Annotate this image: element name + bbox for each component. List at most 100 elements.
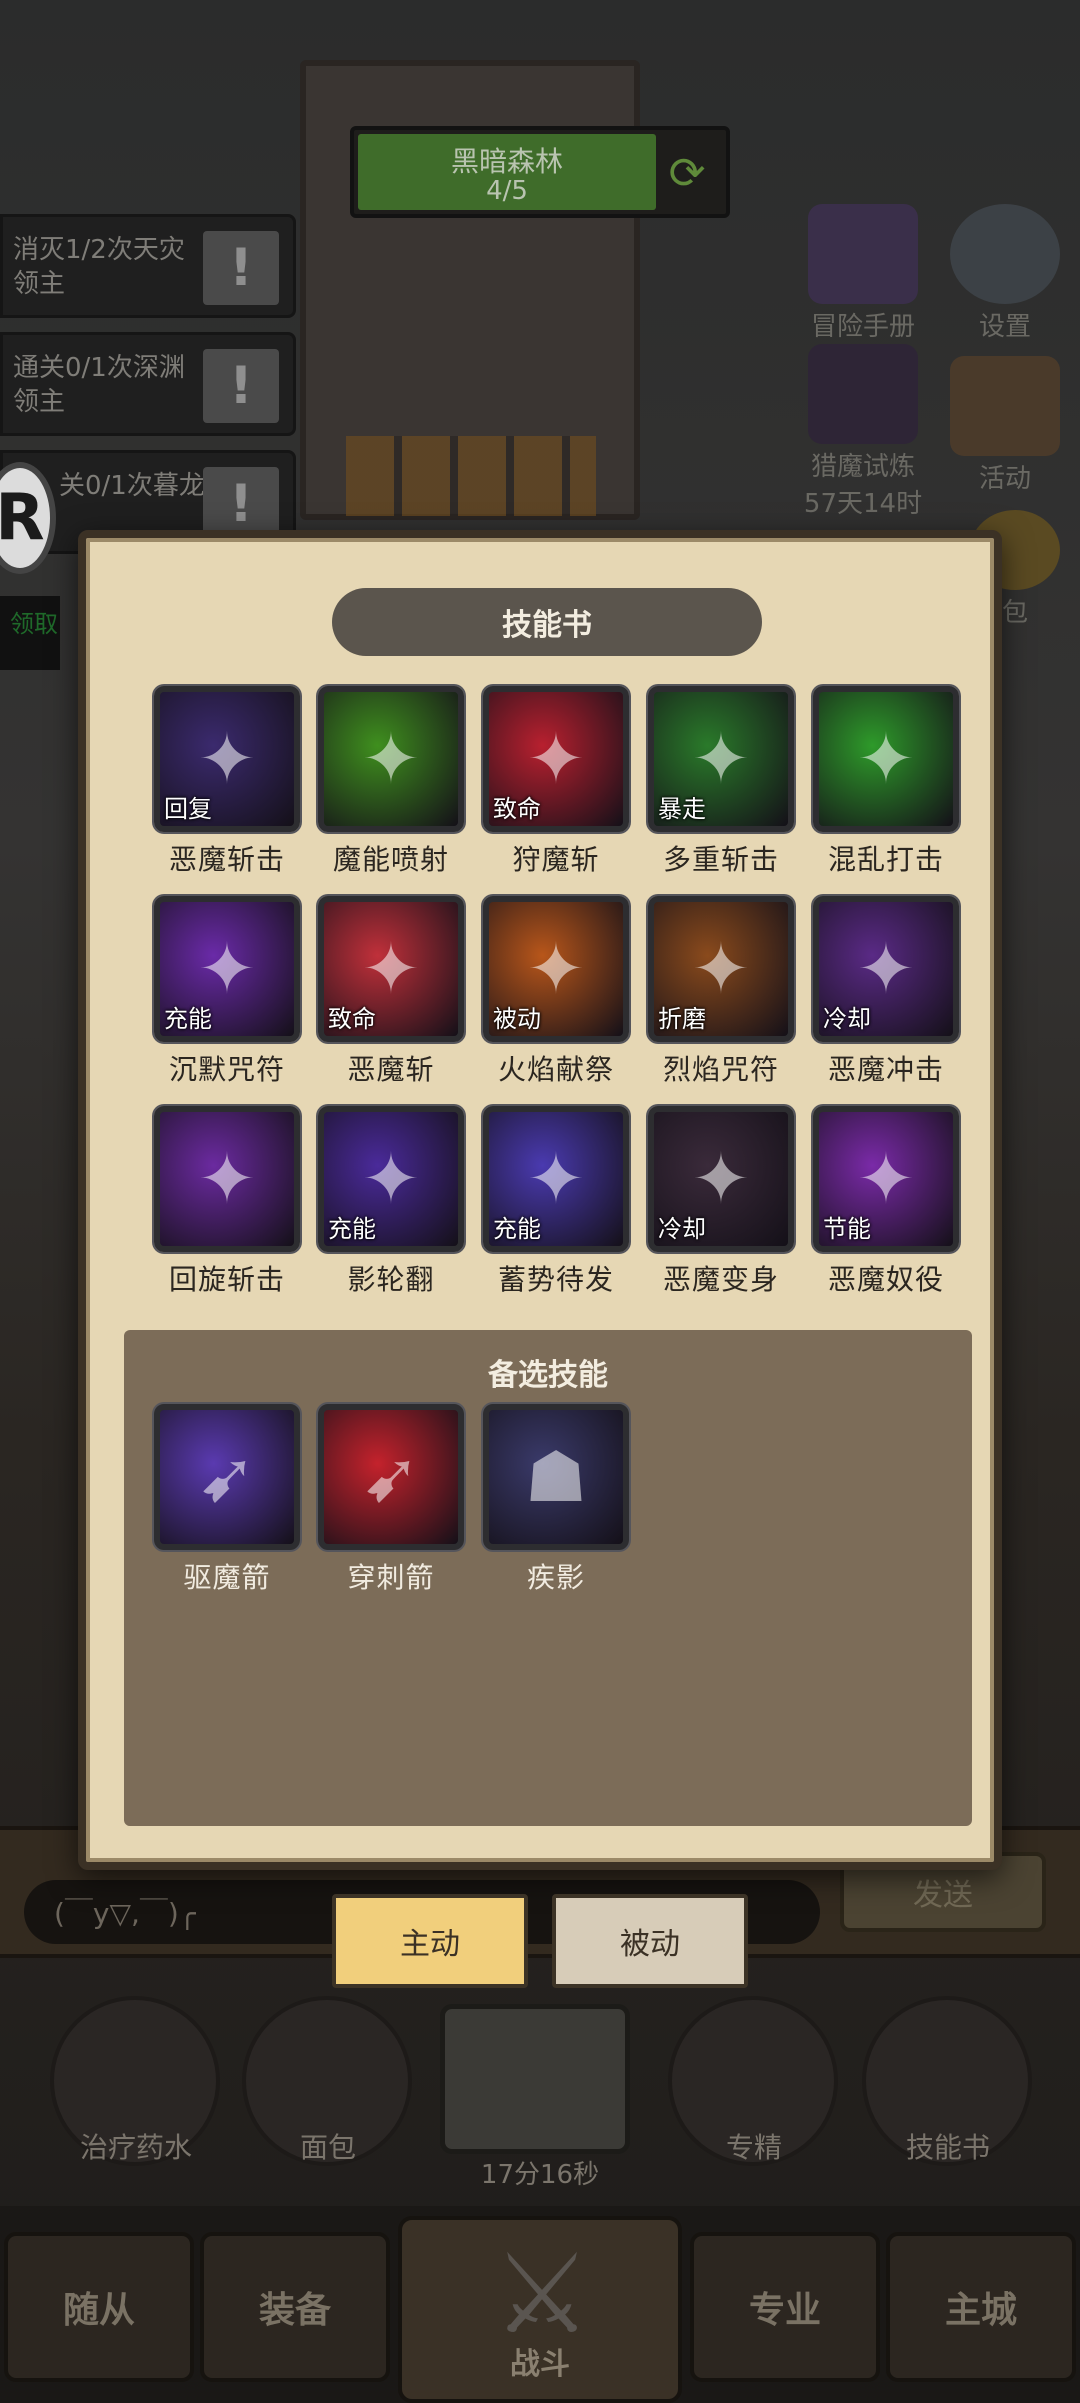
settings-button[interactable]: 设置: [940, 204, 1070, 343]
skill-name: 蓄势待发: [497, 1263, 614, 1296]
skill-name: 混乱打击: [827, 843, 944, 876]
skill-name: 恶魔斩击: [168, 843, 285, 876]
skill-slot[interactable]: ✦ 节能 恶魔奴役: [801, 1106, 971, 1298]
quest-item[interactable]: 消灭1/2次天灾领主 !: [0, 214, 296, 318]
skill-name: 穿刺箭: [347, 1561, 435, 1594]
skill-row: ✦ 回旋斩击 ✦ 充能 影轮翻 ✦ 充能 蓄势待发 ✦ 冷却 恶魔变身 ✦ 节能 恶魔奴…: [142, 1106, 959, 1316]
claim-button[interactable]: 领取: [0, 596, 60, 670]
activity-button[interactable]: 活动: [940, 356, 1070, 495]
skillbook-modal: 技能书 ✦ 回复 恶魔斩击 ✦ 魔能喷射 ✦ 致命 狩魔斩 ✦ 暴走 多重斩击 ✦ 混…: [78, 530, 1002, 1870]
skill-tag: 被动: [493, 1005, 541, 1033]
skill-slot[interactable]: ✦ 充能 沉默咒符: [142, 896, 312, 1088]
skill-icon: ✦ 致命: [318, 896, 464, 1042]
demon-trial-timer: 57天14时: [803, 489, 923, 519]
skill-icon: ☗: [483, 1404, 629, 1550]
nav-profession[interactable]: 专业: [690, 2232, 880, 2382]
skill-name: 疾影: [526, 1561, 585, 1594]
exclamation-icon: !: [203, 231, 279, 305]
skill-icon: ✦ 折磨: [648, 896, 794, 1042]
skill-slot[interactable]: ✦ 魔能喷射: [306, 686, 476, 878]
tower-windows: [346, 436, 596, 516]
nav-main-city[interactable]: 主城: [886, 2232, 1076, 2382]
book-icon: [808, 204, 918, 304]
tab-passive-skills[interactable]: 被动: [552, 1894, 748, 1988]
skill-slot[interactable]: ✦ 暴走 多重斩击: [636, 686, 806, 878]
skill-name: 沉默咒符: [168, 1053, 285, 1086]
treasure-chest-icon[interactable]: [440, 2004, 630, 2154]
skill-slot[interactable]: ✦ 致命 狩魔斩: [471, 686, 641, 878]
nav-followers[interactable]: 随从: [4, 2232, 194, 2382]
scroll-icon: [950, 356, 1060, 456]
skill-icon: ✦ 冷却: [648, 1106, 794, 1252]
demon-trial-label: 猎魔试炼: [810, 452, 915, 482]
skill-icon: ✦ 充能: [318, 1106, 464, 1252]
refresh-icon[interactable]: ⟳: [654, 138, 720, 208]
bread-label: 面包: [299, 2131, 356, 2164]
skill-tag: 冷却: [658, 1215, 706, 1243]
skill-tag: 充能: [328, 1215, 376, 1243]
skill-name: 驱魔箭: [183, 1561, 271, 1594]
skill-icon: ✦: [154, 1106, 300, 1252]
nav-equipment[interactable]: 装备: [200, 2232, 390, 2382]
skill-slot[interactable]: ✦ 折磨 烈焰咒符: [636, 896, 806, 1088]
skill-icon: ✦ 充能: [154, 896, 300, 1042]
skill-slot[interactable]: ✦ 致命 恶魔斩: [306, 896, 476, 1088]
stage-banner[interactable]: 黑暗森林 4/5 ⟳: [350, 126, 730, 218]
skill-icon: ➹: [154, 1404, 300, 1550]
gear-icon: [950, 204, 1060, 304]
skill-slot[interactable]: ✦ 冷却 恶魔冲击: [801, 896, 971, 1088]
skill-row: ✦ 充能 沉默咒符 ✦ 致命 恶魔斩 ✦ 被动 火焰献祭 ✦ 折磨 烈焰咒符 ✦ 冷却 恶…: [142, 896, 959, 1106]
reserve-title: 备选技能: [488, 1358, 608, 1393]
skill-slot[interactable]: ✦ 冷却 恶魔变身: [636, 1106, 806, 1298]
skill-slot[interactable]: ✦ 充能 蓄势待发: [471, 1106, 641, 1298]
quest-text: 消灭1/2次天灾领主: [13, 235, 185, 299]
stage-progress: 4/5: [486, 176, 528, 206]
reserve-skill-slot[interactable]: ➹ 穿刺箭: [306, 1404, 476, 1596]
skill-tag: 充能: [164, 1005, 212, 1033]
skill-icon: ✦: [318, 686, 464, 832]
skill-tag: 暴走: [658, 795, 706, 823]
skill-slot[interactable]: ✦ 回旋斩击: [142, 1106, 312, 1298]
skill-slot[interactable]: ✦ 回复 恶魔斩击: [142, 686, 312, 878]
adventure-manual-button[interactable]: 冒险手册: [798, 204, 928, 343]
skill-tag: 节能: [823, 1215, 871, 1243]
reserve-skill-slot[interactable]: ☗ 疾影: [471, 1404, 641, 1596]
tab-active-skills[interactable]: 主动: [332, 1894, 528, 1988]
skill-row: ✦ 回复 恶魔斩击 ✦ 魔能喷射 ✦ 致命 狩魔斩 ✦ 暴走 多重斩击 ✦ 混乱打击: [142, 686, 959, 896]
skill-name: 魔能喷射: [332, 843, 449, 876]
skill-icon: ➹: [318, 1404, 464, 1550]
skill-slot[interactable]: ✦ 充能 影轮翻: [306, 1106, 476, 1298]
nav-battle[interactable]: ⚔ 战斗: [398, 2216, 682, 2403]
skill-name: 火焰献祭: [497, 1053, 614, 1086]
skill-name: 多重斩击: [662, 843, 779, 876]
skill-slot[interactable]: ✦ 被动 火焰献祭: [471, 896, 641, 1088]
demon-trial-button[interactable]: 猎魔试炼 57天14时: [798, 344, 928, 520]
reserve-skill-slot[interactable]: ➹ 驱魔箭: [142, 1404, 312, 1596]
skill-slot[interactable]: ✦ 混乱打击: [801, 686, 971, 878]
skill-name: 影轮翻: [347, 1263, 435, 1296]
bottom-nav: 随从 装备 ⚔ 战斗 专业 主城: [0, 2206, 1080, 2403]
stage-title: 黑暗森林: [450, 145, 563, 178]
skill-icon: ✦ 回复: [154, 686, 300, 832]
skill-icon: ✦ 充能: [483, 1106, 629, 1252]
potion-label: 治疗药水: [79, 2131, 192, 2164]
mastery-label: 专精: [725, 2131, 782, 2164]
skill-name: 恶魔冲击: [827, 1053, 944, 1086]
skill-tag: 冷却: [823, 1005, 871, 1033]
skill-name: 恶魔变身: [662, 1263, 779, 1296]
skill-name: 烈焰咒符: [662, 1053, 779, 1086]
skill-icon: ✦ 暴走: [648, 686, 794, 832]
quest-text: 通关0/1次深渊领主: [13, 353, 185, 417]
activity-label: 活动: [978, 464, 1031, 494]
skill-name: 狩魔斩: [512, 843, 600, 876]
skill-icon: ✦ 节能: [813, 1106, 959, 1252]
skill-tag: 致命: [493, 795, 541, 823]
crossed-swords-icon: ⚔: [492, 2230, 592, 2358]
settings-label: 设置: [978, 312, 1031, 342]
adventure-manual-label: 冒险手册: [810, 312, 915, 342]
skill-tag: 折磨: [658, 1005, 706, 1033]
quest-item[interactable]: 通关0/1次深渊领主 !: [0, 332, 296, 436]
skill-tag: 回复: [164, 795, 212, 823]
skill-name: 回旋斩击: [168, 1263, 285, 1296]
exclamation-icon: !: [203, 349, 279, 423]
